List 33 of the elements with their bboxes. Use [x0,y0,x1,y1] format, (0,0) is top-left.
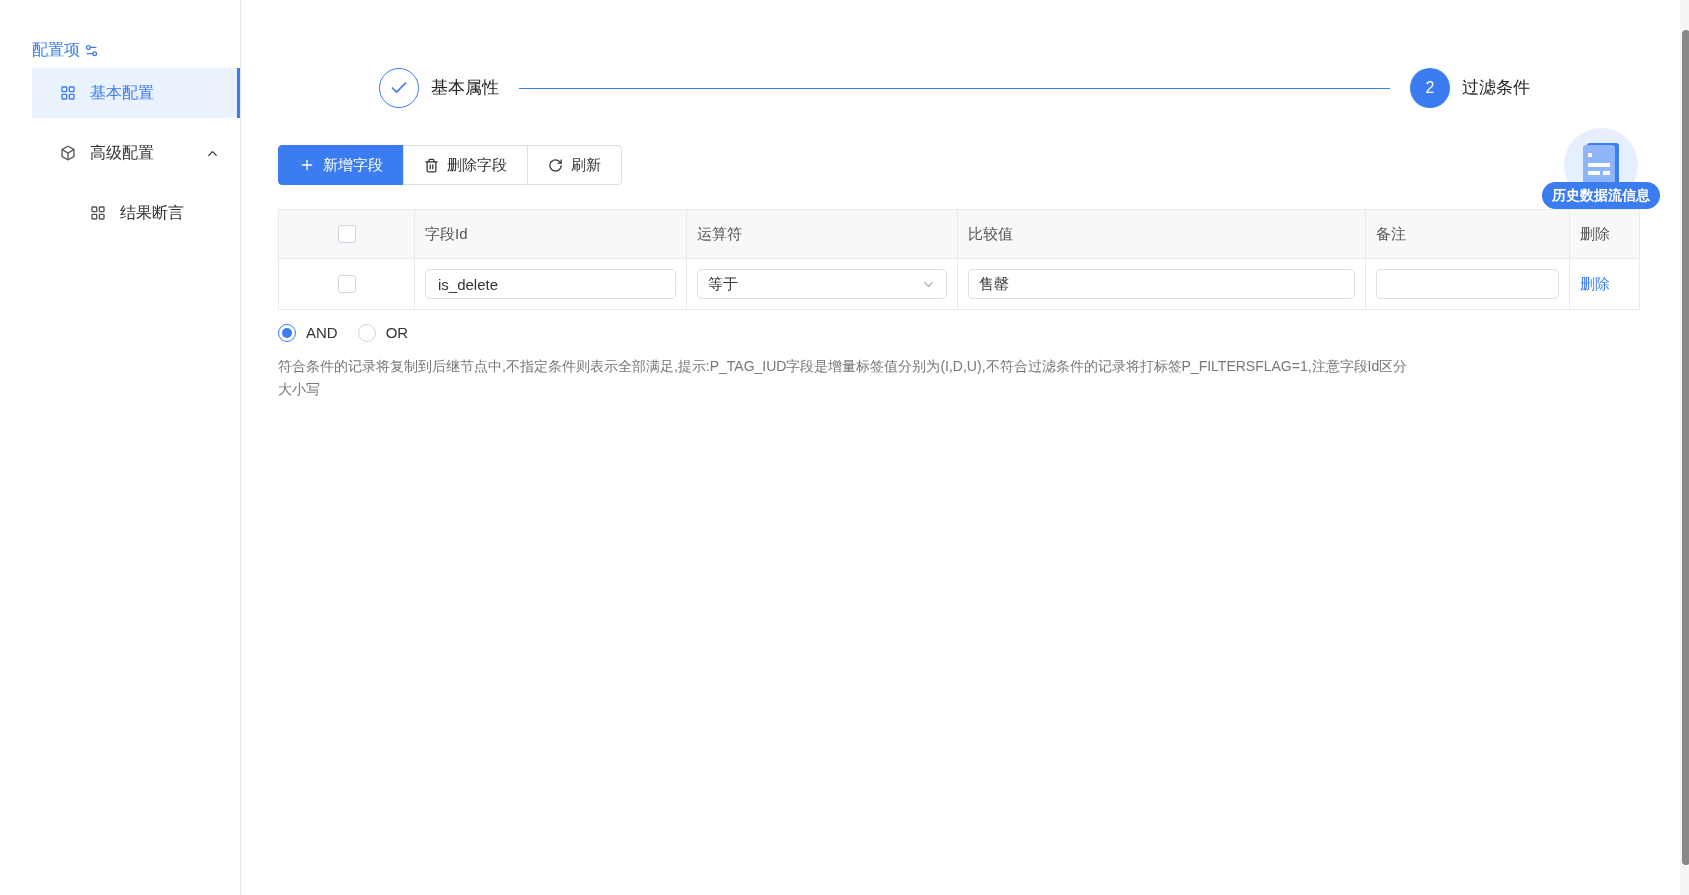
grid-icon [90,205,106,221]
cube-icon [60,145,76,161]
note-input[interactable] [1376,269,1559,299]
step-label: 过滤条件 [1462,77,1530,100]
checkbox[interactable] [337,225,356,243]
column-header: 备注 [1376,223,1406,244]
radio-label: AND [306,323,338,343]
radio-label: OR [385,323,409,343]
column-header: 字段Id [425,223,468,244]
step-label: 基本属性 [431,77,499,100]
settings-icon [84,42,99,58]
column-header: 比较值 [968,223,1013,244]
plus-icon [299,157,315,173]
toolbar-button[interactable]: 删除字段 [403,145,528,185]
trash-icon [424,157,439,173]
history-badge[interactable]: 历史数据流信息 [1542,182,1660,209]
sidebar-item[interactable]: 高级配置 [32,128,240,178]
operator-select[interactable]: 等于 [697,269,947,299]
sidebar-title: 配置项 [32,40,80,60]
column-header: 删除 [1580,223,1610,244]
hint-text: 符合条件的记录将复制到后继节点中,不指定条件则表示全部满足,提示:P_TAG_IUD字段是增量标签值分别为(I,D,U),不符合过滤条件的记录将打标签P_FILTERSFLAG=1,注意字段Id区分大小写 [278,356,1408,399]
field-id-input[interactable]: is_delete [425,269,676,299]
delete-link[interactable]: 删除 [1580,272,1610,296]
column-header: 运算符 [697,223,742,244]
sidebar-item[interactable]: 结果断言 [32,188,240,238]
toolbar-button[interactable]: 新增字段 [278,145,404,185]
sidebar-item[interactable]: 基本配置 [32,68,240,118]
value-input[interactable]: 售罄 [968,269,1355,299]
refresh-icon [548,157,563,173]
toolbar-button[interactable]: 刷新 [527,145,622,185]
scrollbar-thumb[interactable] [1682,30,1689,865]
checkbox[interactable] [337,275,356,293]
grid-icon [60,85,76,101]
